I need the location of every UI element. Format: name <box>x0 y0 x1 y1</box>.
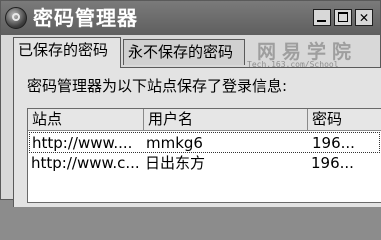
minimize-button[interactable] <box>313 9 331 26</box>
column-header-site[interactable]: 站点 <box>28 109 144 131</box>
password-cell: 196... <box>312 134 355 152</box>
table-row[interactable]: http://www.... mmkg6 196... <box>29 132 380 153</box>
watermark: 网易学院 Tech.163.com/School <box>247 37 377 69</box>
saved-logins-table: 站点 用户名 密码 http://www.... mmkg6 196... ht… <box>27 108 381 203</box>
close-icon: ✕ <box>359 8 369 26</box>
table-row[interactable]: http://www.c... 日出东方 196... <box>28 153 381 174</box>
tab-saved-passwords[interactable]: 已保存的密码 <box>13 37 121 68</box>
column-header-password[interactable]: 密码 <box>308 109 381 131</box>
password-manager-window: 密码管理器 ✕ 已保存的密码 永不保存的密码 网易学院 Tech.163.com… <box>0 0 381 207</box>
maximize-button[interactable] <box>334 9 352 26</box>
window-title: 密码管理器 <box>33 6 138 30</box>
info-text: 密码管理器为以下站点保存了登录信息: <box>27 77 288 95</box>
app-icon[interactable] <box>5 7 27 29</box>
tab-never-saved-passwords[interactable]: 永不保存的密码 <box>123 39 245 65</box>
site-cell: http://www.... <box>32 134 133 152</box>
site-cell: http://www.c... <box>31 154 140 172</box>
password-cell: 196... <box>311 154 354 172</box>
username-cell: mmkg6 <box>146 134 203 152</box>
close-button[interactable]: ✕ <box>355 9 373 26</box>
username-cell: 日出东方 <box>145 154 206 172</box>
column-header-username[interactable]: 用户名 <box>144 109 308 131</box>
title-bar[interactable]: 密码管理器 ✕ <box>1 1 380 35</box>
